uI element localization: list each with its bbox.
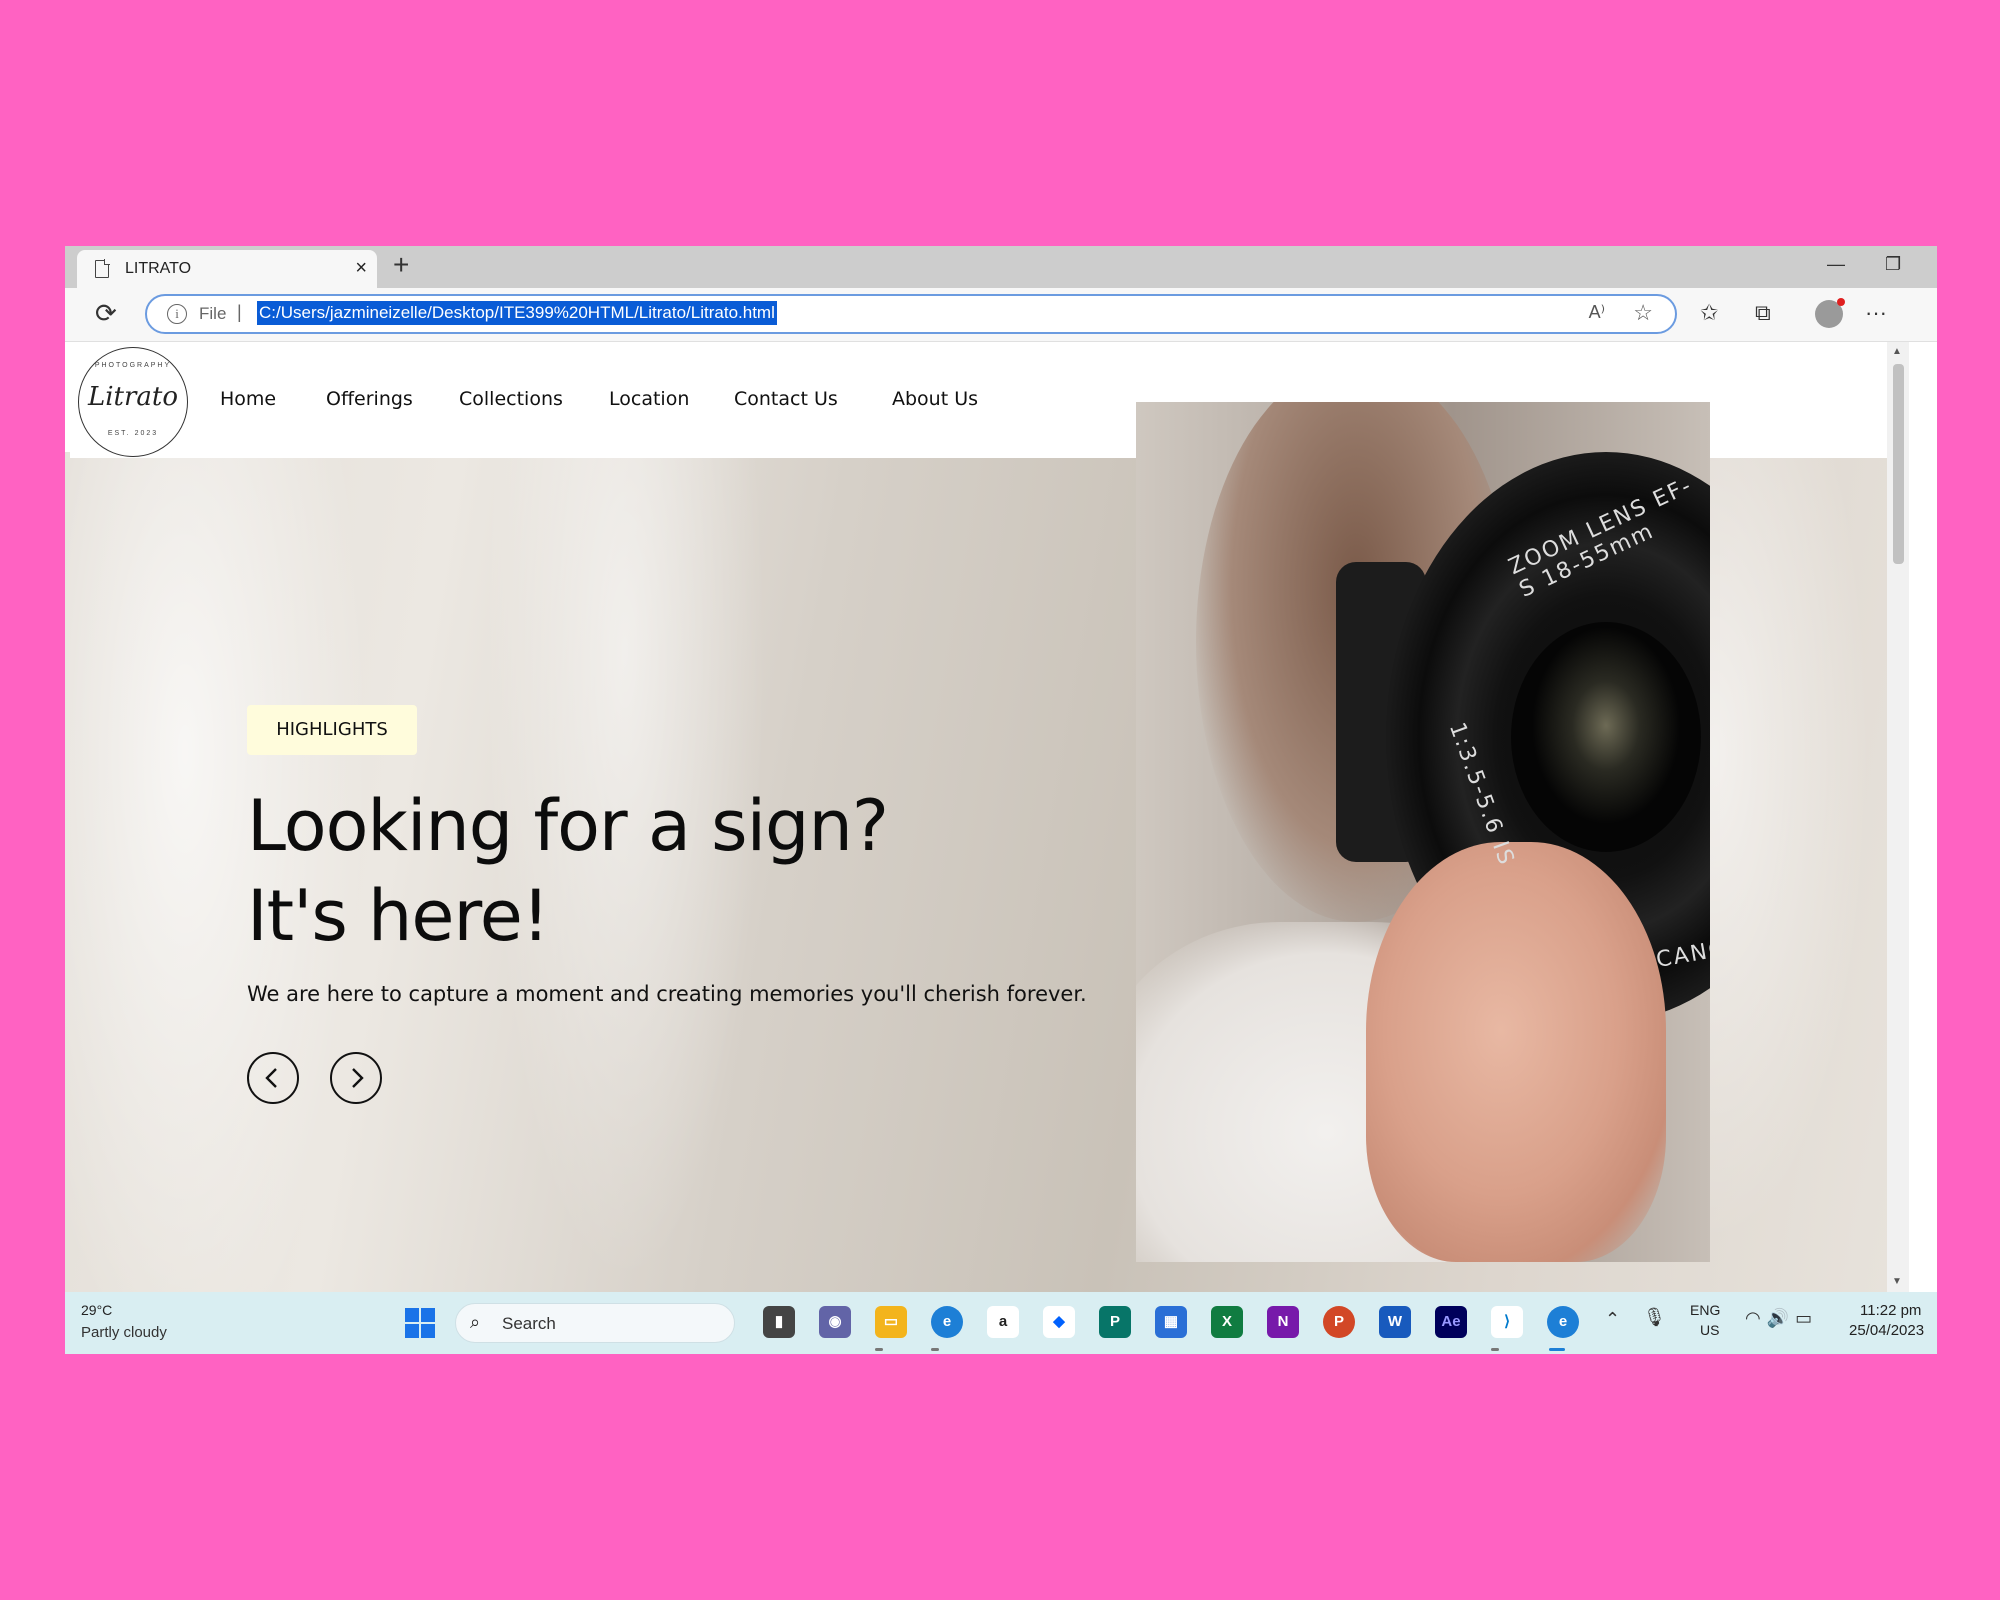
running-indicator bbox=[875, 1348, 883, 1351]
publisher-icon[interactable]: P bbox=[1099, 1306, 1131, 1338]
hero-headline-line2: It's here! bbox=[247, 875, 550, 957]
network-volume-battery-icons[interactable]: ◠🔊▭ bbox=[1745, 1308, 1818, 1329]
microphone-icon[interactable]: 🎙 bbox=[1643, 1307, 1666, 1328]
minimize-button[interactable]: — bbox=[1827, 254, 1845, 275]
weather-desc[interactable]: Partly cloudy bbox=[81, 1324, 167, 1341]
profile-icon[interactable] bbox=[1815, 298, 1845, 328]
tab-title: LITRATO bbox=[125, 260, 192, 277]
nav-location[interactable]: Location bbox=[609, 388, 689, 410]
after-effects-icon[interactable]: Ae bbox=[1435, 1306, 1467, 1338]
edge-dev-icon[interactable]: e bbox=[1547, 1306, 1579, 1338]
browser-window: LITRATO × + — ❐ ⟳ i File | C:/Users/jazm… bbox=[65, 246, 1937, 1354]
add-favorite-icon[interactable]: ☆ bbox=[1633, 300, 1653, 326]
start-button[interactable] bbox=[405, 1308, 435, 1338]
hero-photo-camera: ZOOM LENS EF-S 18-55mm 1:3.5-5.6 IS CANO bbox=[1136, 402, 1710, 1262]
running-indicator bbox=[1491, 1348, 1499, 1351]
hero-headline-line1: Looking for a sign? bbox=[247, 785, 889, 867]
nav-contact-us[interactable]: Contact Us bbox=[734, 388, 838, 410]
search-label: Search bbox=[502, 1314, 556, 1333]
file-explorer-icon[interactable]: ▮ bbox=[763, 1306, 795, 1338]
clock-date[interactable]: 25/04/2023 bbox=[1849, 1322, 1924, 1339]
document-icon bbox=[95, 259, 110, 278]
site-logo[interactable]: PHOTOGRAPHY Litrato EST. 2023 bbox=[78, 347, 188, 457]
next-slide-button[interactable] bbox=[330, 1052, 382, 1104]
search-icon: ⌕ bbox=[470, 1312, 481, 1332]
scroll-down-icon[interactable]: ▼ bbox=[1892, 1276, 1902, 1287]
logo-est-text: EST. 2023 bbox=[107, 430, 159, 437]
highlights-badge: HIGHLIGHTS bbox=[247, 705, 417, 755]
url-text[interactable]: C:/Users/jazmineizelle/Desktop/ITE399%20… bbox=[257, 301, 777, 325]
hero-tagline: We are here to capture a moment and crea… bbox=[247, 982, 1087, 1006]
teams-icon[interactable]: ◉ bbox=[819, 1306, 851, 1338]
collections-icon[interactable]: ⧉ bbox=[1755, 300, 1771, 326]
show-hidden-icons-icon[interactable]: ⌃ bbox=[1605, 1309, 1620, 1330]
active-indicator bbox=[1549, 1348, 1565, 1351]
region-indicator[interactable]: US bbox=[1700, 1322, 1719, 1338]
scroll-up-icon[interactable]: ▲ bbox=[1892, 346, 1902, 357]
tab-strip: LITRATO × + — ❐ bbox=[65, 246, 1937, 288]
address-bar[interactable]: i File | C:/Users/jazmineizelle/Desktop/… bbox=[145, 294, 1677, 334]
new-tab-button[interactable]: + bbox=[393, 249, 409, 281]
powerpoint-icon[interactable]: P bbox=[1323, 1306, 1355, 1338]
edge-icon[interactable]: e bbox=[931, 1306, 963, 1338]
nav-home[interactable]: Home bbox=[220, 388, 276, 410]
tab-close-button[interactable]: × bbox=[355, 257, 367, 280]
dropbox-icon[interactable]: ◆ bbox=[1043, 1306, 1075, 1338]
word-icon[interactable]: W bbox=[1379, 1306, 1411, 1338]
amazon-icon[interactable]: a bbox=[987, 1306, 1019, 1338]
chevron-left-icon bbox=[265, 1068, 277, 1088]
address-toolbar: ⟳ i File | C:/Users/jazmineizelle/Deskto… bbox=[65, 288, 1937, 342]
nav-collections[interactable]: Collections bbox=[459, 388, 563, 410]
tab-litrato[interactable]: LITRATO × bbox=[77, 250, 377, 288]
logo-script: Litrato bbox=[87, 382, 179, 412]
favorites-icon[interactable]: ✩ bbox=[1700, 300, 1718, 326]
nav-about-us[interactable]: About Us bbox=[892, 388, 978, 410]
onenote-icon[interactable]: N bbox=[1267, 1306, 1299, 1338]
excel-icon[interactable]: X bbox=[1211, 1306, 1243, 1338]
info-icon[interactable]: i bbox=[167, 304, 187, 324]
photo-lens-glass bbox=[1511, 622, 1701, 852]
read-aloud-icon[interactable]: A⁾ bbox=[1589, 302, 1605, 323]
language-indicator[interactable]: ENG bbox=[1690, 1302, 1720, 1318]
running-indicator bbox=[931, 1348, 939, 1351]
clock-time[interactable]: 11:22 pm bbox=[1860, 1302, 1921, 1319]
page-scrollbar[interactable]: ▲ ▼ bbox=[1887, 342, 1909, 1292]
prev-slide-button[interactable] bbox=[247, 1052, 299, 1104]
weather-temp[interactable]: 29°C bbox=[81, 1302, 112, 1318]
scrollbar-thumb[interactable] bbox=[1893, 364, 1904, 564]
photo-hand bbox=[1366, 842, 1666, 1262]
taskbar-search[interactable]: ⌕ Search bbox=[455, 1303, 735, 1343]
folder-icon[interactable]: ▭ bbox=[875, 1306, 907, 1338]
more-icon[interactable]: ··· bbox=[1865, 300, 1887, 326]
chevron-right-icon bbox=[352, 1068, 364, 1088]
windows-taskbar: 29°C Partly cloudy ⌕ Search ▮ ◉ ▭ e a ◆ … bbox=[65, 1292, 1937, 1354]
store-icon[interactable]: ▦ bbox=[1155, 1306, 1187, 1338]
page-viewport: PHOTOGRAPHY Litrato EST. 2023 Home Offer… bbox=[65, 342, 1887, 1292]
vscode-icon[interactable]: ⟩ bbox=[1491, 1306, 1523, 1338]
restore-button[interactable]: ❐ bbox=[1885, 254, 1901, 275]
nav-offerings[interactable]: Offerings bbox=[326, 388, 413, 410]
address-prefix: File bbox=[199, 304, 227, 323]
reload-icon[interactable]: ⟳ bbox=[95, 298, 117, 329]
address-separator: | bbox=[237, 302, 242, 322]
logo-top-text: PHOTOGRAPHY bbox=[94, 362, 172, 369]
